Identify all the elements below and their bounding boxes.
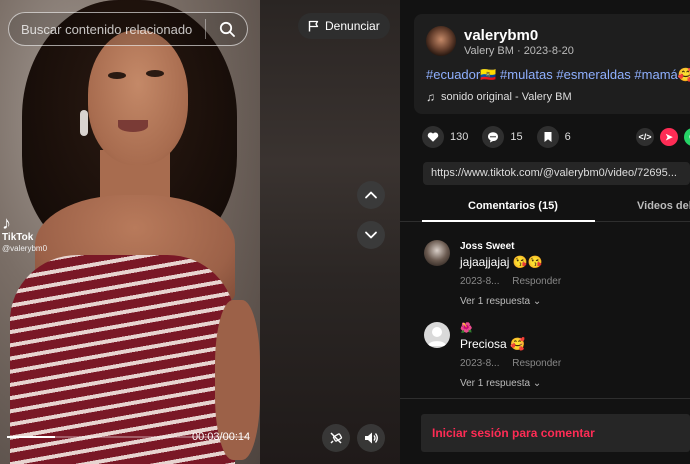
commenter-avatar[interactable] <box>424 240 450 266</box>
reply-button[interactable]: Responder <box>512 276 561 287</box>
chevron-up-icon <box>365 191 377 199</box>
search-input[interactable] <box>21 21 197 37</box>
share-url-field[interactable]: https://www.tiktok.com/@valerybm0/video/… <box>423 162 690 185</box>
author-handle[interactable]: valerybm0 <box>464 27 538 44</box>
volume-button[interactable] <box>357 424 385 452</box>
view-replies-button[interactable]: Ver 1 respuesta ⌄ <box>460 296 541 307</box>
action-bar: 130 15 6 <box>422 126 585 148</box>
watermark-user: @valerybm0 <box>2 244 48 253</box>
sound-link[interactable]: ♫ sonido original - Valery BM <box>426 90 572 104</box>
video-area[interactable]: ♪ TikTok @valerybm0 Denunciar <box>0 0 400 464</box>
heart-icon <box>427 132 439 142</box>
embed-icon[interactable]: </> <box>636 128 654 146</box>
tab-comments[interactable]: Comentarios (15) <box>468 200 558 212</box>
tiktok-note-icon: ♪ <box>2 213 11 233</box>
music-note-icon: ♫ <box>426 90 435 104</box>
report-button[interactable]: Denunciar <box>298 13 390 39</box>
reply-button[interactable]: Responder <box>512 358 561 369</box>
login-to-comment-link[interactable]: Iniciar sesión para comentar <box>432 426 595 440</box>
details-panel: valerybm0 Valery BM · 2023-8-20 #ecuador… <box>400 0 690 464</box>
commenter-avatar[interactable] <box>424 322 450 348</box>
video-hashtags[interactable]: #ecuador🇪🇨 #mulatas #esmeraldas #mamá🥰 <box>426 67 690 83</box>
watermark-brand: TikTok <box>2 232 34 243</box>
floating-player-button[interactable] <box>322 424 350 452</box>
search-bar <box>8 12 248 46</box>
volume-icon <box>365 432 378 444</box>
author-avatar[interactable] <box>426 26 456 56</box>
save-button[interactable]: 6 <box>536 126 571 148</box>
comment-bubble-icon <box>488 132 499 143</box>
comment-count: 15 <box>510 131 523 143</box>
report-label: Denunciar <box>325 19 380 33</box>
send-icon[interactable]: ➤ <box>660 128 678 146</box>
comment-text: Preciosa 🥰 <box>460 337 525 351</box>
flag-icon <box>308 20 319 32</box>
video-progress-fill <box>7 436 55 438</box>
chevron-down-icon <box>365 231 377 239</box>
next-video-button[interactable] <box>357 221 385 249</box>
commenter-name[interactable]: 🌺 <box>460 323 472 334</box>
whatsapp-icon[interactable]: ✆ <box>684 128 690 146</box>
share-row: </> ➤ ✆ <box>636 128 690 146</box>
app-root: ♪ TikTok @valerybm0 Denunciar <box>0 0 690 464</box>
commenter-name[interactable]: Joss Sweet <box>460 241 514 252</box>
sound-label: sonido original - Valery BM <box>441 91 572 103</box>
chevron-down-icon: ⌄ <box>532 378 542 389</box>
view-replies-button[interactable]: Ver 1 respuesta ⌄ <box>460 378 541 389</box>
tab-creator-videos[interactable]: Videos del <box>637 200 690 212</box>
chevron-down-icon: ⌄ <box>532 296 542 307</box>
video-time: 00:03/00:14 <box>192 431 251 443</box>
comment-date: 2023-8... <box>460 276 500 287</box>
search-icon <box>220 21 236 37</box>
video-frame[interactable]: ♪ TikTok @valerybm0 <box>0 0 260 464</box>
comment-button[interactable]: 15 <box>482 126 523 148</box>
previous-video-button[interactable] <box>357 181 385 209</box>
default-user-icon <box>427 327 447 346</box>
login-to-comment-bar[interactable]: Iniciar sesión para comentar <box>421 414 690 452</box>
like-count: 130 <box>450 131 469 143</box>
divider <box>400 398 690 399</box>
author-meta: Valery BM · 2023-8-20 <box>464 45 574 57</box>
floating-player-icon <box>330 432 343 444</box>
comment-text: jajaajjajaj 😘😘 <box>460 255 543 269</box>
bookmark-icon <box>544 132 552 142</box>
like-button[interactable]: 130 <box>422 126 468 148</box>
video-face <box>88 30 188 165</box>
search-button[interactable] <box>214 15 241 43</box>
tab-bar: Comentarios (15) Videos del <box>400 192 690 222</box>
save-count: 6 <box>564 131 571 143</box>
comment-date: 2023-8... <box>460 358 500 369</box>
tab-active-indicator <box>422 220 595 222</box>
author-card: valerybm0 Valery BM · 2023-8-20 #ecuador… <box>414 14 690 114</box>
